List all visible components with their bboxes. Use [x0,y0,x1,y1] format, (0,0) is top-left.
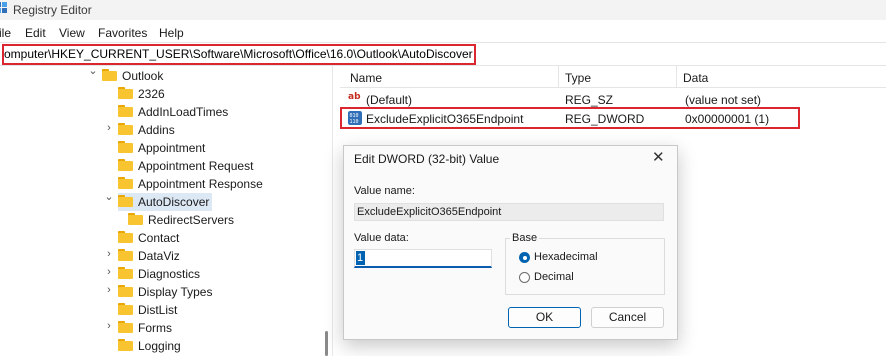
tree-item[interactable]: DistList [108,301,328,319]
chevron-right-icon[interactable]: › [104,248,114,260]
value-row-highlight-box [340,107,800,129]
tree-scrollbar-thumb[interactable] [325,331,328,356]
folder-icon [118,303,133,315]
menu-file[interactable]: ile [0,26,11,40]
window-title: Registry Editor [13,3,92,17]
decimal-radio[interactable] [519,272,530,283]
registry-editor-icon [0,2,7,13]
tree-item-label: RedirectServers [148,213,235,227]
menu-edit[interactable]: Edit [25,26,46,40]
tree-item[interactable]: Appointment [108,139,328,157]
column-data[interactable]: Data [683,71,708,85]
tree-item-label: AutoDiscover [138,195,210,209]
tree-item-label: Appointment Response [138,177,263,191]
tree-item-label: Appointment [138,141,206,155]
tree-item-label: Addins [138,123,175,137]
chevron-right-icon[interactable]: › [104,122,114,134]
title-bar [0,0,886,20]
chevron-right-icon[interactable]: › [104,320,114,332]
pane-splitter[interactable] [332,66,333,356]
column-separator[interactable] [558,66,559,88]
tree-item-label: DistList [138,303,178,317]
folder-icon [118,141,133,153]
folder-icon [118,123,133,135]
value-data-text[interactable]: 1 [357,252,363,264]
tree-item-label: DataViz [138,249,180,263]
menu-view[interactable]: View [59,26,85,40]
tree-item[interactable]: Appointment Response [108,175,328,193]
folder-icon [118,339,133,351]
value-row-default[interactable]: ab (Default) REG_SZ (value not set) [340,89,886,109]
tree-item-label: Logging [138,339,181,353]
column-separator[interactable] [676,66,677,88]
dialog-title: Edit DWORD (32-bit) Value [354,152,500,166]
chevron-right-icon[interactable]: › [104,266,114,278]
hexadecimal-label[interactable]: Hexadecimal [534,251,598,263]
close-icon[interactable]: ✕ [652,149,665,167]
tree-item[interactable]: Contact [108,229,328,247]
tree-item[interactable]: Logging [108,337,328,355]
tree-item-label: AddInLoadTimes [138,105,229,119]
chevron-right-icon[interactable]: › [104,284,114,296]
tree-item[interactable]: ⌄ Outlook [88,66,312,85]
column-type[interactable]: Type [565,71,591,85]
menu-favorites[interactable]: Favorites [98,26,147,40]
tree-item[interactable]: AddInLoadTimes [108,103,328,121]
menu-help[interactable]: Help [159,26,184,40]
tree-item-label: Diagnostics [138,267,201,281]
cancel-button[interactable]: Cancel [591,307,664,328]
value-data: (value not set) [685,93,762,107]
folder-icon [118,267,133,279]
values-list-header: Name Type Data [340,66,886,88]
tree-item[interactable]: RedirectServers [108,211,328,229]
folder-icon [118,231,133,243]
chevron-down-icon[interactable]: ⌄ [88,66,98,77]
tree-item[interactable]: ⌄ AutoDiscover [104,191,328,211]
folder-icon [128,213,143,225]
folder-icon [118,177,133,189]
tree-item[interactable]: › Forms [107,319,328,337]
value-data-input[interactable] [354,249,492,268]
tree-item-label: Appointment Request [138,159,254,173]
tree-scrollbar[interactable] [324,66,330,356]
tree-item-label: Forms [138,321,172,335]
hexadecimal-radio[interactable] [519,252,530,263]
folder-icon [118,87,133,99]
value-data-label: Value data: [354,232,409,244]
tree-item[interactable]: › Diagnostics [107,265,328,283]
decimal-label[interactable]: Decimal [534,271,574,283]
menu-bar: ile Edit View Favorites Help [0,22,886,42]
folder-icon [118,285,133,297]
value-type: REG_SZ [565,93,614,107]
key-tree: ⌄ Outlook 2326 AddInLoadTimes › Addins Appoint… [0,66,330,356]
tree-item[interactable]: › Addins [107,121,328,139]
chevron-down-icon[interactable]: ⌄ [104,190,114,203]
folder-icon [118,159,133,171]
tree-item-label: Contact [138,231,180,245]
folder-icon [118,249,133,261]
base-label: Base [510,232,540,244]
value-name: (Default) [366,93,413,107]
tree-item[interactable]: 2326 [108,85,328,103]
tree-item[interactable]: Appointment Request [108,157,328,175]
value-name-label: Value name: [354,185,415,197]
ok-button[interactable]: OK [508,307,581,328]
value-name-text: ExcludeExplicitO365Endpoint [357,206,502,218]
tree-item[interactable]: › Display Types [107,283,328,301]
folder-icon [102,69,117,81]
tree-item-label: 2326 [138,87,165,101]
tree-item-label: Outlook [122,69,164,83]
folder-icon [118,195,133,207]
string-value-icon: ab [348,92,361,102]
tree-item-label: Display Types [138,285,213,299]
address-highlight-box [2,44,476,65]
base-group [505,238,665,295]
tree-item[interactable]: › DataViz [107,247,328,265]
column-name[interactable]: Name [350,71,382,85]
folder-icon [118,105,133,117]
folder-icon [118,321,133,333]
